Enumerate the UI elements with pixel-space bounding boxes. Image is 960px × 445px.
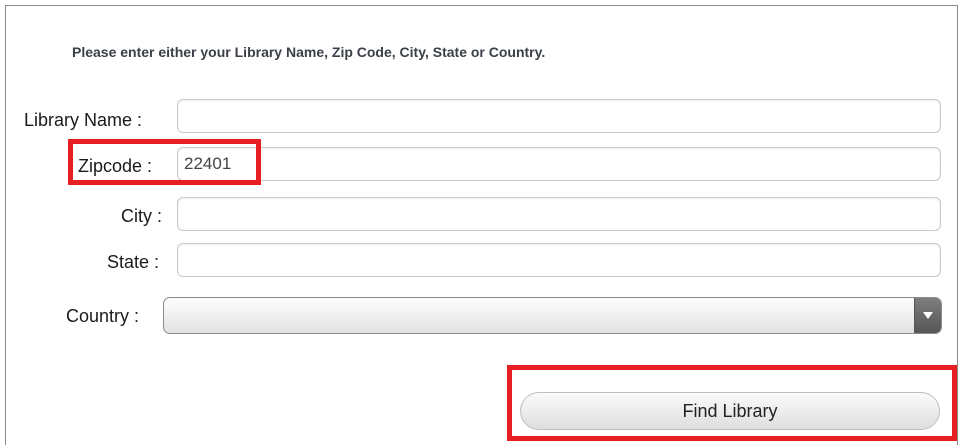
library-name-label: Library Name : bbox=[24, 110, 143, 130]
country-select[interactable] bbox=[163, 297, 942, 334]
chevron-down-icon bbox=[923, 312, 933, 319]
city-label: City : bbox=[121, 206, 163, 226]
find-library-button[interactable]: Find Library bbox=[520, 392, 940, 430]
library-name-input[interactable] bbox=[177, 99, 941, 133]
state-label: State : bbox=[107, 252, 160, 272]
library-search-panel: Please enter either your Library Name, Z… bbox=[5, 5, 958, 445]
country-label: Country : bbox=[66, 306, 140, 326]
city-input[interactable] bbox=[177, 197, 941, 231]
state-input[interactable] bbox=[177, 243, 941, 277]
country-dropdown-toggle[interactable] bbox=[914, 298, 941, 333]
instructions-text: Please enter either your Library Name, Z… bbox=[72, 44, 546, 60]
zipcode-label: Zipcode : bbox=[78, 156, 153, 176]
zipcode-input[interactable] bbox=[177, 147, 941, 181]
